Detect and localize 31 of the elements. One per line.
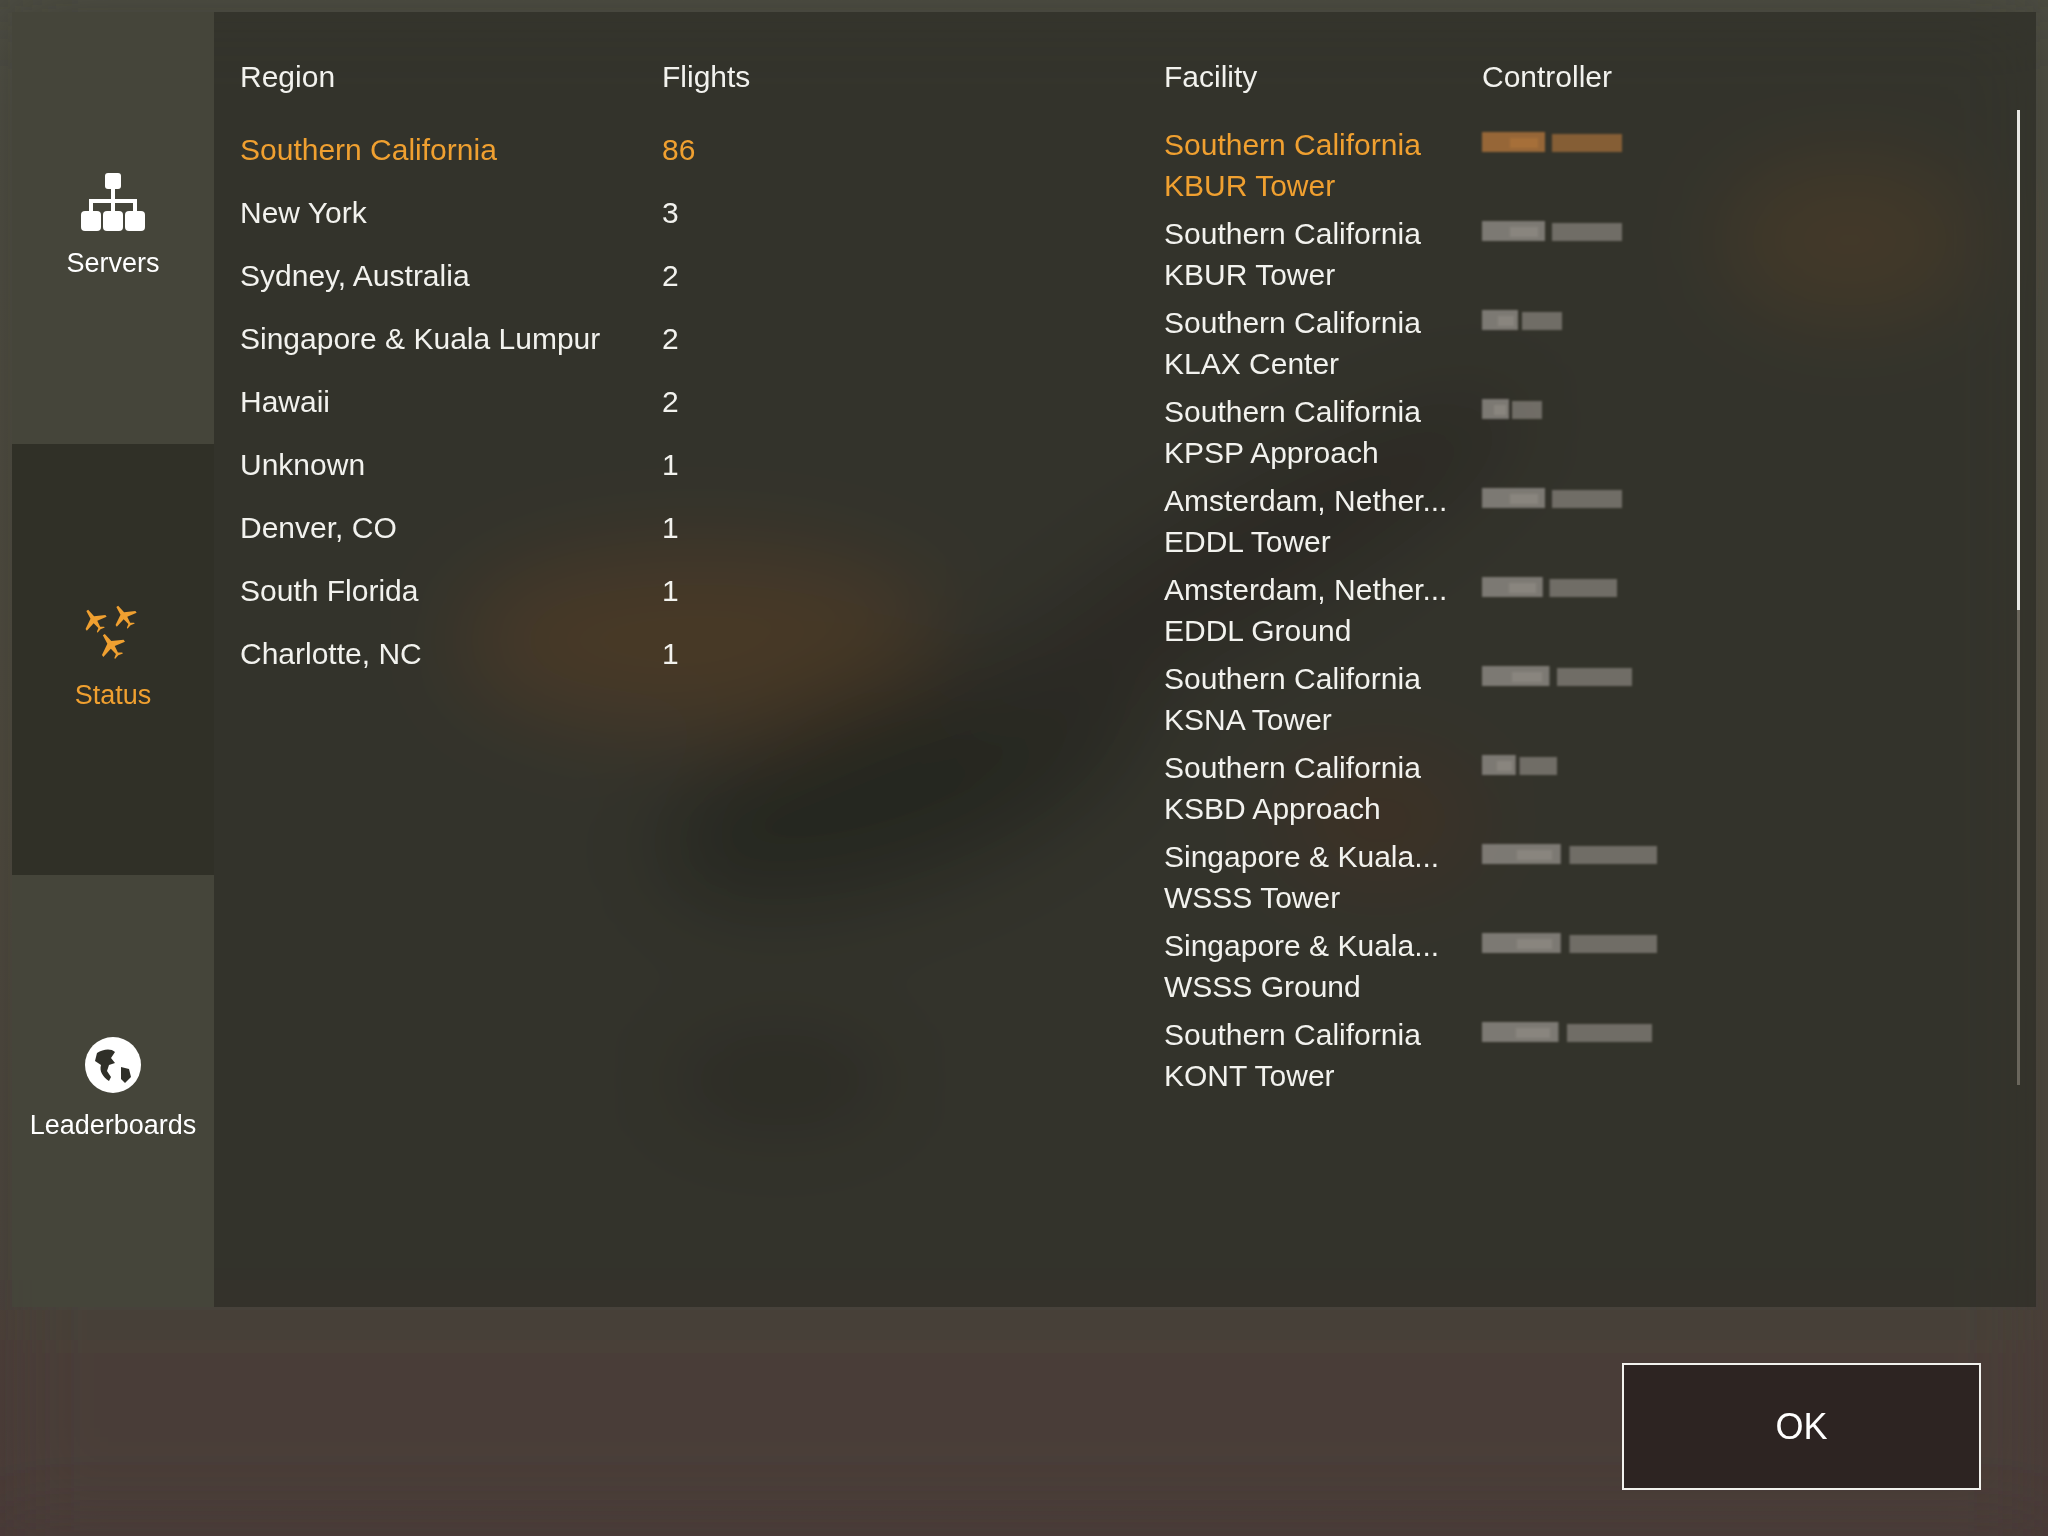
facility-item[interactable]: Amsterdam, Nether... EDDL Ground <box>1164 569 1482 651</box>
facility-item[interactable]: Southern California KONT Tower <box>1164 1014 1482 1096</box>
facility-item[interactable]: Southern California KBUR Tower <box>1164 213 1482 295</box>
region-row[interactable]: Charlotte, NC 1 <box>240 622 1164 685</box>
column-header: Region <box>240 58 337 95</box>
network-icon <box>81 172 145 231</box>
region-row[interactable]: South Florida 1 <box>240 559 1164 622</box>
region-row[interactable]: Unknown 1 <box>240 433 1164 496</box>
sidebar-tab[interactable]: Leaderboards <box>12 875 214 1307</box>
facility-item[interactable]: Southern California KSBD Approach <box>1164 747 1482 829</box>
region-row[interactable]: New York 3 <box>240 181 1164 244</box>
region-row[interactable]: Denver, CO 1 <box>240 496 1164 559</box>
region-row[interactable]: Southern California 86 <box>240 118 1164 181</box>
column-header: Flights <box>662 58 751 95</box>
facility-item[interactable]: Southern California KPSP Approach <box>1164 391 1482 473</box>
column-header: Facility <box>1164 58 1259 95</box>
globe-icon <box>85 1036 141 1093</box>
facility-item[interactable]: Southern California KSNA Tower <box>1164 658 1482 740</box>
facility-item[interactable]: Singapore & Kuala... WSSS Tower <box>1164 836 1482 918</box>
scrollbar[interactable] <box>2017 110 2020 1085</box>
sidebar-tab[interactable]: Status <box>12 443 214 876</box>
facility-item[interactable]: Southern California KBUR Tower <box>1164 124 1482 206</box>
facility-item[interactable]: Singapore & Kuala... WSSS Ground <box>1164 925 1482 1007</box>
facility-item[interactable]: Southern California KLAX Center <box>1164 302 1482 384</box>
region-row[interactable]: Sydney, Australia 2 <box>240 244 1164 307</box>
region-row[interactable]: Hawaii 2 <box>240 370 1164 433</box>
region-row[interactable]: Singapore & Kuala Lumpur 2 <box>240 307 1164 370</box>
sidebar-tab[interactable]: Servers <box>12 12 214 444</box>
facility-item[interactable]: Amsterdam, Nether... EDDL Tower <box>1164 480 1482 562</box>
ok-button[interactable]: OK <box>1622 1363 1981 1490</box>
column-header: Controller <box>1482 58 1613 95</box>
